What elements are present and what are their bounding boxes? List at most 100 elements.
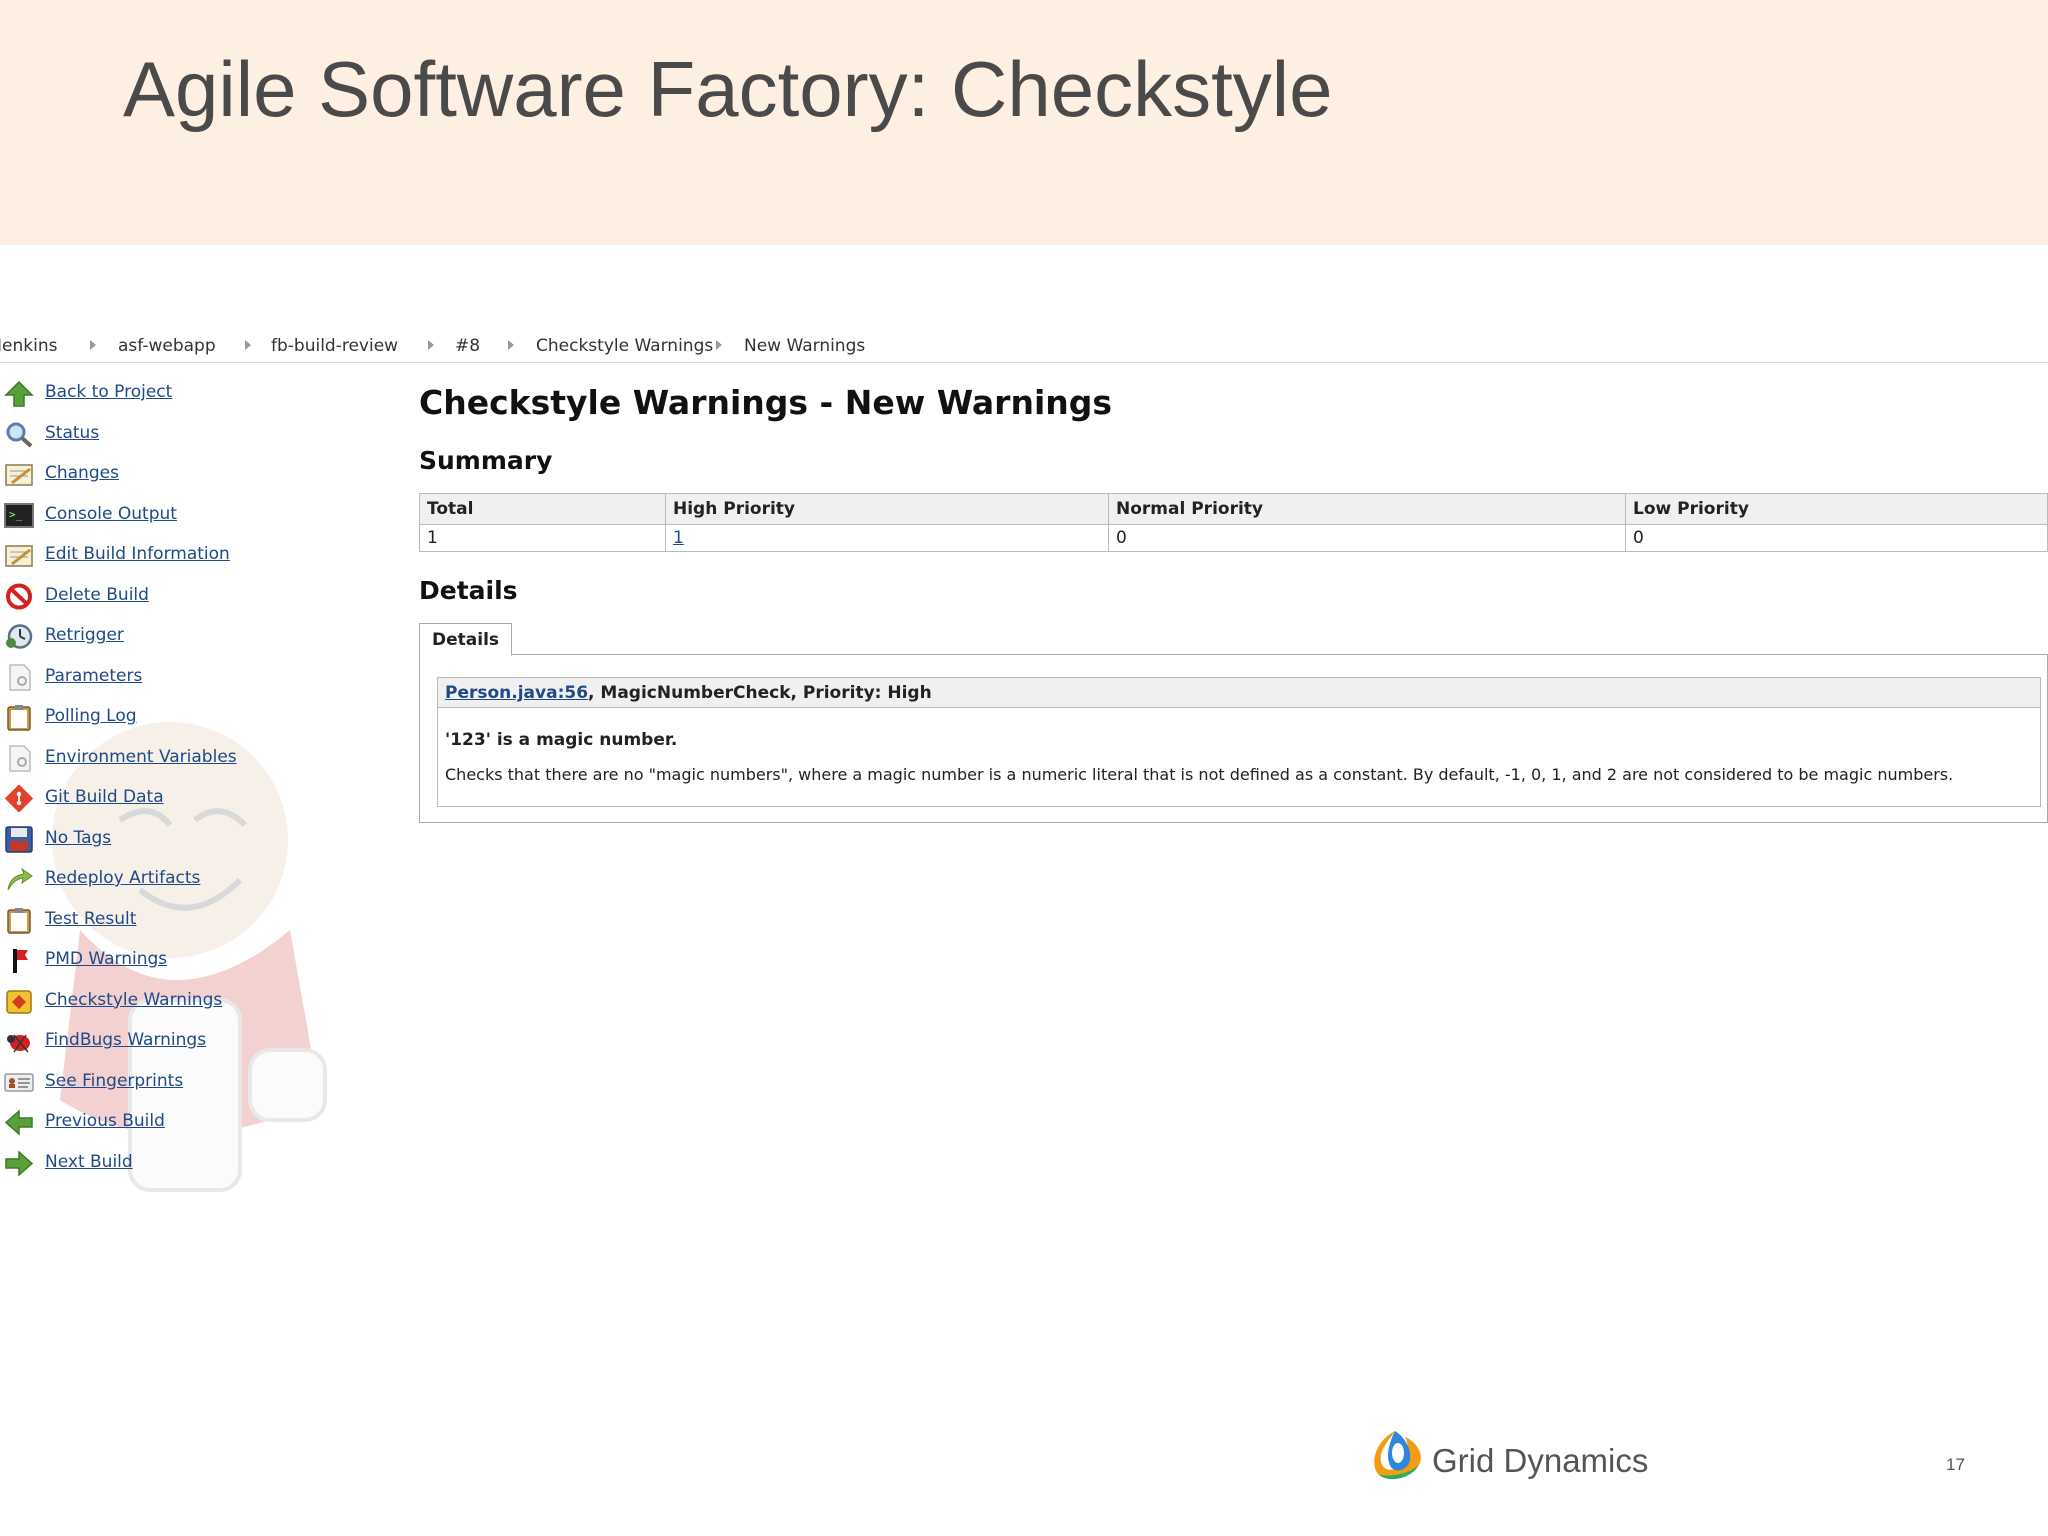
sidebar-item-see-fingerprints[interactable]: See Fingerprints [0,1067,330,1097]
sidebar-item-console-output[interactable]: >_ Console Output [0,500,330,530]
warning-header-text: , MagicNumberCheck, Priority: High [588,683,932,703]
sidebar-item-no-tags[interactable]: No Tags [0,824,330,854]
sidebar-item-polling-log[interactable]: Polling Log [0,702,330,732]
svg-text:>_: >_ [9,508,23,521]
breadcrumb-separator-icon[interactable] [90,340,96,350]
sidebar-link[interactable]: PMD Warnings [45,949,167,969]
breadcrumb-item-build[interactable]: #8 [455,336,480,356]
sidebar-item-retrigger[interactable]: Retrigger [0,621,330,651]
details-heading: Details [419,576,518,605]
sidebar-link[interactable]: Next Build [45,1152,133,1172]
sidebar-link[interactable]: Retrigger [45,625,124,645]
notepad-icon [4,542,34,569]
summary-table: Total High Priority Normal Priority Low … [419,493,2048,552]
brand-name: Grid Dynamics [1432,1442,1649,1479]
breadcrumb-separator-icon[interactable] [508,340,514,350]
clipboard-icon [4,907,34,934]
no-entry-icon [4,583,34,610]
sidebar-link[interactable]: Redeploy Artifacts [45,868,200,888]
up-arrow-icon [4,380,34,407]
notepad-icon [4,461,34,488]
sidebar-link[interactable]: Edit Build Information [45,544,230,564]
terminal-icon: >_ [4,502,34,529]
sidebar-item-pmd-warnings[interactable]: PMD Warnings [0,945,330,975]
breadcrumb-separator-icon[interactable] [245,340,251,350]
slide-title: Agile Software Factory: Checkstyle [123,45,1333,133]
sidebar-link[interactable]: FindBugs Warnings [45,1030,206,1050]
left-arrow-icon [4,1109,34,1136]
sidebar-item-edit-build-information[interactable]: Edit Build Information [0,540,330,570]
high-priority-link[interactable]: 1 [673,528,684,548]
breadcrumb-item-jenkins[interactable]: Jenkins [0,336,57,356]
sidebar-item-test-result[interactable]: Test Result [0,905,330,935]
sidebar-link[interactable]: Parameters [45,666,142,686]
git-icon [4,785,34,812]
sidebar-link[interactable]: Git Build Data [45,787,164,807]
sidebar-item-previous-build[interactable]: Previous Build [0,1107,330,1137]
breadcrumb-item-new-warnings[interactable]: New Warnings [744,336,865,356]
checkstyle-icon [4,988,34,1015]
pmd-flag-icon [4,947,34,974]
clock-icon [4,623,34,650]
details-panel: Person.java:56, MagicNumberCheck, Priori… [419,655,2048,823]
sidebar-item-checkstyle-warnings[interactable]: Checkstyle Warnings [0,986,330,1016]
sidebar-link[interactable]: Back to Project [45,382,172,402]
sidebar-item-next-build[interactable]: Next Build [0,1148,330,1178]
sidebar-item-parameters[interactable]: Parameters [0,662,330,692]
column-header-normal-priority: Normal Priority [1108,493,1626,525]
sidebar-item-status[interactable]: Status [0,419,330,449]
breadcrumb-separator-icon[interactable] [428,340,434,350]
sidebar-item-git-build-data[interactable]: Git Build Data [0,783,330,813]
total-value: 1 [419,524,666,552]
sidebar-link[interactable]: Delete Build [45,585,149,605]
sidebar-link[interactable]: Changes [45,463,119,483]
sidebar-link[interactable]: Previous Build [45,1111,165,1131]
warning-message: '123' is a magic number. [445,730,678,750]
sidebar-item-back-to-project[interactable]: Back to Project [0,378,330,408]
document-icon [4,663,34,691]
breadcrumb-item-job[interactable]: fb-build-review [271,336,398,356]
grid-dynamics-logo-icon [1374,1431,1421,1480]
page-title: Checkstyle Warnings - New Warnings [419,383,1113,422]
sidebar-item-changes[interactable]: Changes [0,459,330,489]
column-header-high-priority: High Priority [665,493,1109,525]
fingerprint-card-icon [4,1069,34,1096]
magnifier-icon [4,421,34,448]
sidebar-link[interactable]: Test Result [45,909,136,929]
tab-details[interactable]: Details [419,623,513,656]
low-priority-value: 0 [1625,524,2048,552]
table-row: 1 1 0 0 [419,524,2048,552]
breadcrumb-item-project[interactable]: asf-webapp [118,336,216,356]
warning-header: Person.java:56, MagicNumberCheck, Priori… [438,678,2040,708]
page-number: 17 [1946,1455,1965,1474]
sidebar-link[interactable]: Status [45,423,99,443]
right-arrow-icon [4,1149,34,1177]
breadcrumb-item-checkstyle[interactable]: Checkstyle Warnings [536,336,713,356]
sidebar-link[interactable]: Console Output [45,504,177,524]
column-header-low-priority: Low Priority [1625,493,2048,525]
summary-heading: Summary [419,446,553,475]
floppy-icon [4,825,34,853]
sidebar-link[interactable]: See Fingerprints [45,1071,183,1091]
warning-location-link[interactable]: Person.java:56 [445,683,588,703]
slide-header: Agile Software Factory: Checkstyle [0,0,2048,245]
redeploy-icon [4,866,34,893]
sidebar-item-redeploy-artifacts[interactable]: Redeploy Artifacts [0,864,330,894]
normal-priority-value: 0 [1108,524,1626,552]
sidebar-item-environment-variables[interactable]: Environment Variables [0,743,330,773]
sidebar-link[interactable]: Checkstyle Warnings [45,990,222,1010]
clipboard-icon [4,704,34,731]
table-header-row: Total High Priority Normal Priority Low … [419,493,2048,525]
warning-description: Checks that there are no "magic numbers"… [445,765,1954,784]
document-icon [4,744,34,772]
sidebar-link[interactable]: No Tags [45,828,111,848]
sidebar-item-findbugs-warnings[interactable]: FindBugs Warnings [0,1026,330,1056]
high-priority-cell: 1 [665,524,1109,552]
sidebar-link[interactable]: Polling Log [45,706,137,726]
sidebar-item-delete-build[interactable]: Delete Build [0,581,330,611]
details-tab-bar: Details [419,623,2048,656]
breadcrumb-separator-icon[interactable] [716,340,722,350]
bug-icon [4,1028,34,1055]
sidebar-link[interactable]: Environment Variables [45,747,237,767]
warning-item: Person.java:56, MagicNumberCheck, Priori… [437,677,2041,807]
